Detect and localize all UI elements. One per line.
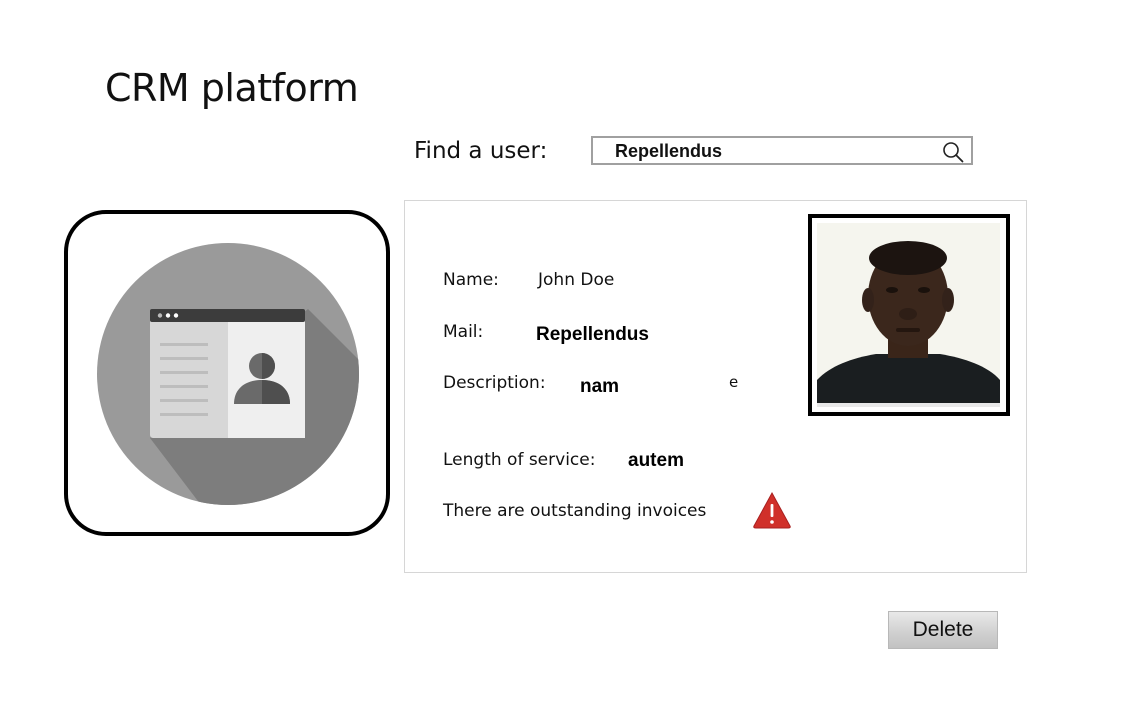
app-logo-frame xyxy=(64,210,390,536)
user-photo xyxy=(808,214,1010,416)
invoice-notice: There are outstanding invoices xyxy=(443,501,707,521)
name-label: Name: xyxy=(443,270,499,290)
warning-triangle-icon xyxy=(753,491,791,529)
search-input[interactable] xyxy=(615,141,925,161)
mail-value: Repellendus xyxy=(536,324,649,345)
mail-label: Mail: xyxy=(443,322,484,342)
search-box[interactable] xyxy=(591,136,973,165)
description-trailing-text: e xyxy=(729,373,739,391)
user-photo-image xyxy=(812,218,1006,412)
contact-card-icon xyxy=(97,243,359,505)
find-user-label: Find a user: xyxy=(414,138,548,164)
service-value: autem xyxy=(628,450,684,471)
name-value: John Doe xyxy=(538,270,615,290)
search-icon[interactable] xyxy=(941,140,965,164)
page-title: CRM platform xyxy=(105,66,359,110)
service-label: Length of service: xyxy=(443,450,596,470)
delete-button[interactable]: Delete xyxy=(888,611,998,649)
description-label: Description: xyxy=(443,373,546,393)
description-value: nam xyxy=(580,376,620,397)
